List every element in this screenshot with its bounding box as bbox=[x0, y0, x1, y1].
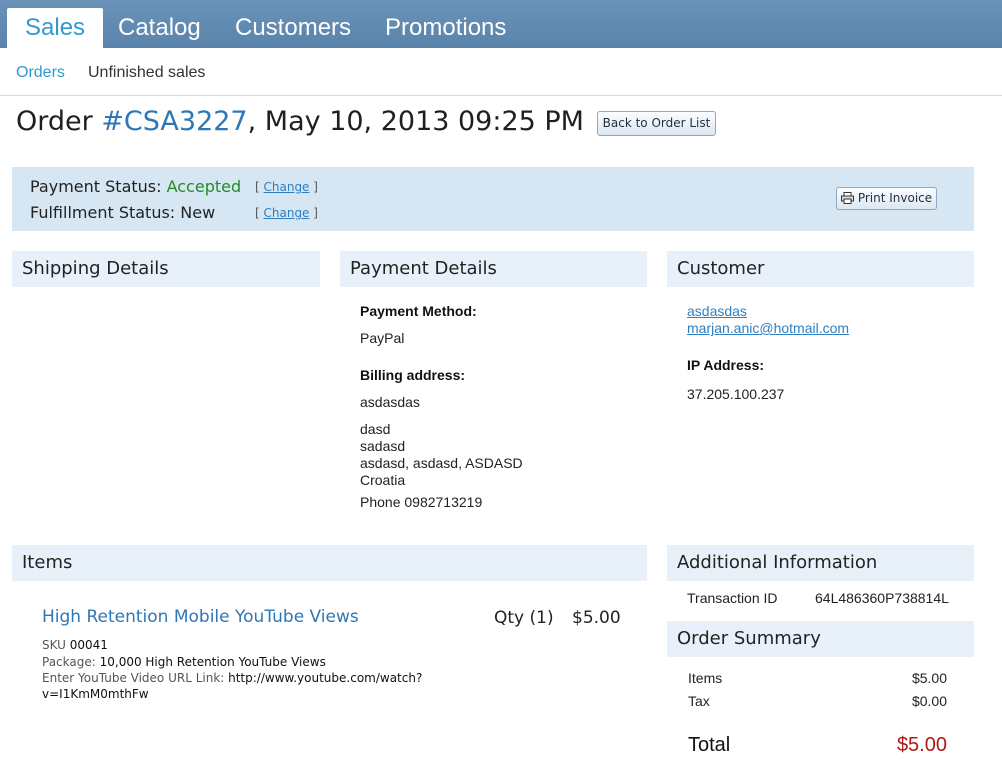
sub-nav: Orders Unfinished sales bbox=[0, 48, 1002, 96]
status-bar: Payment Status: Accepted [ Change ] Fulf… bbox=[12, 167, 974, 231]
printer-icon bbox=[840, 192, 854, 204]
order-datetime: , May 10, 2013 09:25 PM bbox=[247, 106, 584, 137]
item-name-link[interactable]: High Retention Mobile YouTube Views bbox=[42, 607, 359, 627]
print-invoice-button[interactable]: Print Invoice bbox=[836, 187, 937, 210]
summary-items-value: $5.00 bbox=[911, 670, 947, 686]
fulfillment-status-label: Fulfillment Status: bbox=[30, 203, 181, 222]
item-package: Package: 10,000 High Retention YouTube V… bbox=[42, 655, 326, 669]
summary-tax-label: Tax bbox=[688, 693, 710, 709]
item-price: $5.00 bbox=[572, 608, 621, 628]
back-to-order-list-button[interactable]: Back to Order List bbox=[597, 111, 716, 136]
item-package-value: 10,000 High Retention YouTube Views bbox=[99, 655, 326, 669]
billing-address-line: sadasd bbox=[360, 438, 406, 454]
billing-address-label: Billing address: bbox=[360, 367, 466, 383]
ip-address-value: 37.205.100.237 bbox=[687, 386, 785, 402]
tab-customers[interactable]: Customers bbox=[235, 8, 351, 48]
summary-total-label: Total bbox=[688, 734, 731, 756]
fulfillment-status: Fulfillment Status: New bbox=[30, 203, 215, 222]
billing-phone: Phone 0982713219 bbox=[360, 494, 483, 510]
payment-status: Payment Status: Accepted bbox=[30, 177, 241, 196]
tab-promotions[interactable]: Promotions bbox=[385, 8, 506, 48]
payment-status-value: Accepted bbox=[166, 177, 242, 196]
billing-name: asdasdas bbox=[360, 394, 420, 410]
summary-total-row: Total $5.00 bbox=[688, 734, 947, 757]
transaction-id-value: 64L486360P738814L bbox=[815, 590, 949, 606]
item-url: Enter YouTube Video URL Link: http://www… bbox=[42, 671, 422, 685]
subnav-unfinished-sales[interactable]: Unfinished sales bbox=[88, 64, 205, 82]
page-title: Order #CSA3227, May 10, 2013 09:25 PM bbox=[16, 106, 584, 137]
items-header: Items bbox=[12, 545, 647, 581]
summary-tax-row: Tax $0.00 bbox=[688, 693, 947, 709]
item-url-value: http://www.youtube.com/watch? bbox=[228, 671, 423, 685]
summary-items-row: Items $5.00 bbox=[688, 670, 947, 686]
payment-method-value: PayPal bbox=[360, 330, 405, 346]
item-url-value-cont: v=I1KmM0mthFw bbox=[42, 687, 149, 701]
payment-details-header: Payment Details bbox=[340, 251, 647, 287]
payment-change-link[interactable]: Change bbox=[264, 180, 310, 194]
fulfillment-status-change: [ Change ] bbox=[255, 206, 318, 220]
additional-info-header: Additional Information bbox=[667, 545, 974, 581]
payment-status-label: Payment Status: bbox=[30, 177, 167, 196]
title-prefix: Order bbox=[16, 106, 102, 137]
item-sku-label: SKU bbox=[42, 638, 70, 652]
top-nav: Sales Catalog Customers Promotions bbox=[0, 0, 1002, 48]
billing-address-line: dasd bbox=[360, 421, 391, 437]
tab-catalog[interactable]: Catalog bbox=[118, 8, 201, 48]
item-sku: SKU 00041 bbox=[42, 638, 108, 652]
shipping-details-header: Shipping Details bbox=[12, 251, 320, 287]
tab-sales[interactable]: Sales bbox=[7, 8, 104, 48]
customer-header: Customer bbox=[667, 251, 974, 287]
order-summary-header: Order Summary bbox=[667, 621, 974, 657]
fulfillment-status-value: New bbox=[180, 203, 216, 222]
item-package-label: Package: bbox=[42, 655, 100, 669]
item-qty: Qty (1) bbox=[494, 608, 554, 628]
customer-name-link[interactable]: asdasdas bbox=[687, 303, 747, 319]
payment-status-change: [ Change ] bbox=[255, 180, 318, 194]
fulfillment-change-link[interactable]: Change bbox=[264, 206, 310, 220]
ip-address-label: IP Address: bbox=[687, 357, 765, 373]
billing-address-line: asdasd, asdasd, ASDASD bbox=[360, 455, 523, 471]
subnav-orders[interactable]: Orders bbox=[16, 64, 65, 82]
summary-total-value: $5.00 bbox=[896, 734, 947, 756]
billing-country: Croatia bbox=[360, 472, 406, 488]
summary-tax-value: $0.00 bbox=[911, 693, 947, 709]
customer-email-link[interactable]: marjan.anic@hotmail.com bbox=[687, 320, 849, 336]
item-url-label: Enter YouTube Video URL Link: bbox=[42, 671, 229, 685]
item-sku-value: 00041 bbox=[69, 638, 108, 652]
payment-method-label: Payment Method: bbox=[360, 303, 477, 319]
summary-items-label: Items bbox=[688, 670, 723, 686]
order-number: #CSA3227 bbox=[101, 106, 248, 137]
transaction-id-label: Transaction ID bbox=[687, 590, 778, 606]
print-invoice-label: Print Invoice bbox=[857, 191, 933, 205]
item-url-cont: v=I1KmM0mthFw bbox=[42, 687, 149, 701]
